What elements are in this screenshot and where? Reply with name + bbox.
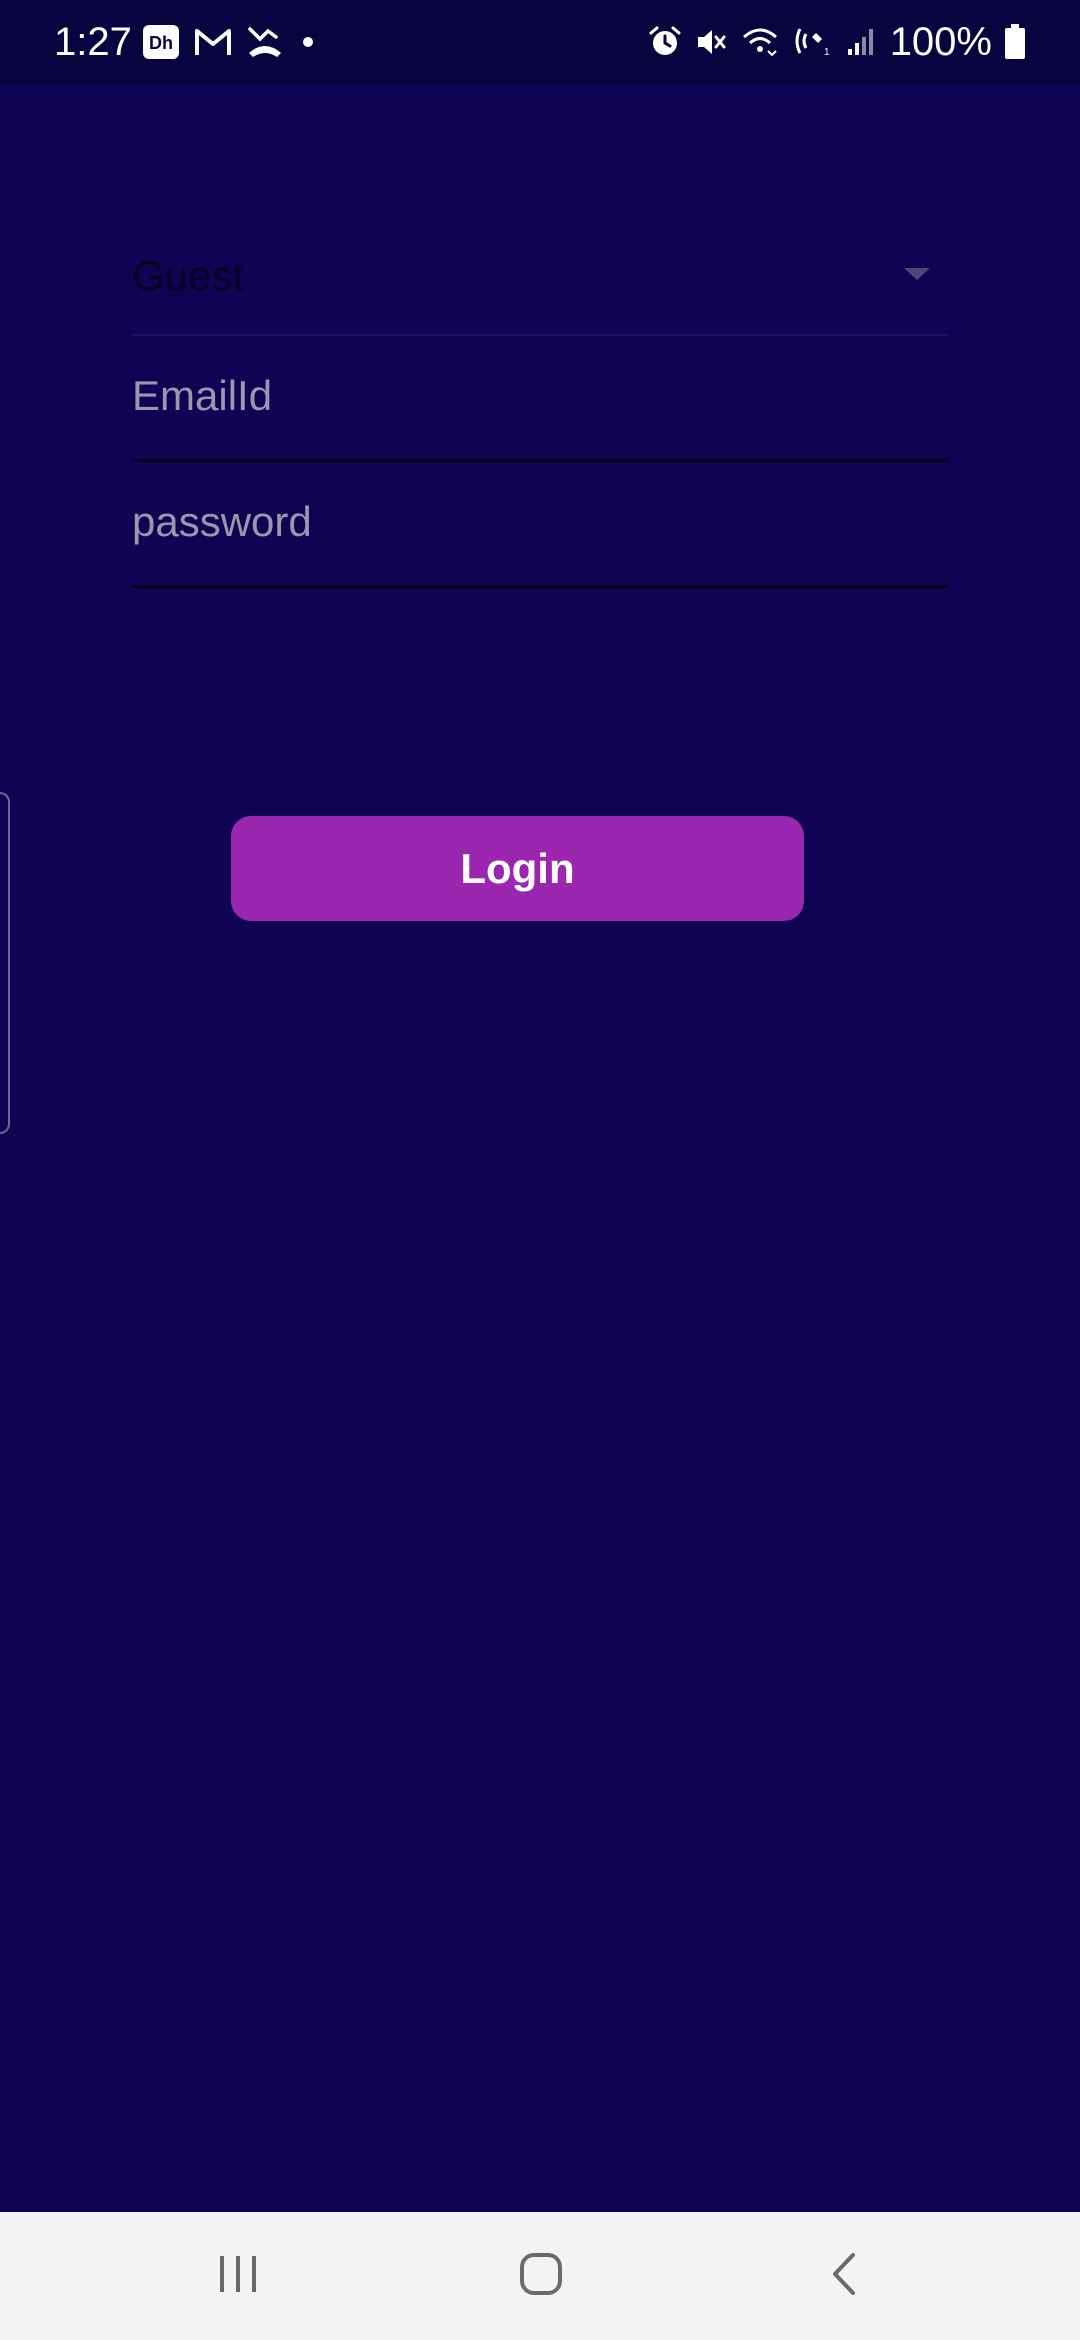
back-icon: [829, 2252, 859, 2301]
navigation-bar: [0, 2212, 1080, 2340]
system-icons: 1 100%: [648, 18, 1026, 66]
wifi-icon: 1: [792, 25, 832, 59]
password-field[interactable]: [132, 492, 948, 552]
login-button[interactable]: Login: [231, 816, 804, 921]
dot-icon: [298, 32, 318, 52]
gmail-icon: [194, 27, 232, 57]
role-dropdown[interactable]: Guest: [132, 220, 948, 336]
status-bar: 1:27 Dh 1 100%: [0, 0, 1080, 84]
svg-text:Dh: Dh: [149, 33, 173, 53]
missed-call-icon: [246, 25, 284, 59]
battery-percent: 100%: [889, 20, 992, 64]
email-field-container: [132, 336, 948, 462]
mute-icon: [694, 25, 728, 59]
dropdown-arrow-icon: [902, 266, 932, 287]
back-button[interactable]: [784, 2236, 904, 2316]
home-button[interactable]: [481, 2236, 601, 2316]
home-icon: [519, 2252, 563, 2301]
edge-panel-handle[interactable]: [0, 792, 10, 1134]
status-time: 1:27: [54, 20, 132, 64]
wifi-calling-icon: [740, 25, 780, 59]
password-field-container: [132, 462, 948, 588]
email-field[interactable]: [132, 366, 948, 426]
disney-hotstar-icon: Dh: [142, 24, 180, 60]
notification-icons: Dh: [142, 22, 318, 62]
battery-icon: [1004, 24, 1026, 60]
recents-button[interactable]: [178, 2236, 298, 2316]
alarm-icon: [648, 25, 682, 59]
recents-icon: [216, 2254, 260, 2299]
signal-icon: [844, 25, 878, 59]
svg-text:1: 1: [824, 47, 830, 58]
role-dropdown-value: Guest: [132, 252, 245, 299]
